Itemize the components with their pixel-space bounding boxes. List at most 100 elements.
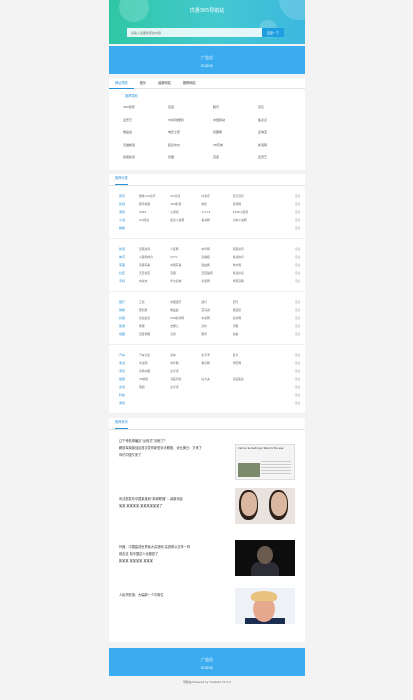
category-link[interactable]: [264, 271, 295, 275]
more-link[interactable]: 更多: [295, 194, 305, 198]
category-link[interactable]: 中彩网: [201, 316, 232, 320]
more-link[interactable]: 更多: [295, 316, 305, 320]
tab-item[interactable]: 推荐网站: [177, 78, 202, 89]
more-link[interactable]: 更多: [295, 263, 305, 267]
site-link[interactable]: 新浪网: [258, 139, 303, 152]
category-link[interactable]: [264, 369, 295, 373]
category-link[interactable]: [264, 324, 295, 328]
category-link[interactable]: 小游戏: [170, 210, 201, 214]
category-link[interactable]: 彩票网: [233, 316, 264, 320]
category-link[interactable]: 太平洋: [170, 369, 201, 373]
news-item[interactable]: 司法部发布中国某某和“新闻联播”…最新消息 某某 某某某某 某某某某某某了: [109, 487, 305, 540]
category-name[interactable]: 地图: [119, 332, 139, 336]
more-link[interactable]: 更多: [295, 332, 305, 336]
site-link[interactable]: 爱奇艺: [123, 114, 168, 127]
more-link[interactable]: 更多: [295, 300, 305, 304]
news-line[interactable]: 解放军南部战区首次发布新型对手舰舶，对比美日：又来了: [119, 445, 229, 452]
category-link[interactable]: 39健康: [139, 377, 170, 381]
site-link[interactable]: 电影之家: [168, 126, 213, 139]
category-link[interactable]: 腾讯视频: [139, 202, 170, 206]
category-link[interactable]: 4399: [139, 210, 170, 214]
category-link[interactable]: [264, 210, 295, 214]
category-name[interactable]: 游戏: [119, 210, 139, 214]
category-link[interactable]: 腾讯: [201, 332, 232, 336]
category-name[interactable]: 邮箱: [119, 226, 139, 230]
category-link[interactable]: 中华网: [170, 361, 201, 365]
category-link[interactable]: [264, 361, 295, 365]
category-link[interactable]: [264, 194, 295, 198]
category-link[interactable]: [264, 332, 295, 336]
category-link[interactable]: 米尔网: [233, 263, 264, 267]
category-name[interactable]: 银行: [119, 300, 139, 304]
category-link[interactable]: [264, 279, 295, 283]
category-link[interactable]: 4399小游戏: [233, 210, 264, 214]
site-link[interactable]: 唯品会: [123, 126, 168, 139]
category-name[interactable]: 科技: [119, 393, 139, 397]
more-link[interactable]: 更多: [295, 247, 305, 251]
category-name[interactable]: 女性: [119, 385, 139, 389]
site-link[interactable]: 天猫精选: [123, 139, 168, 152]
category-name[interactable]: 音乐: [119, 194, 139, 198]
ad-banner-top[interactable]: 广告位 R2D00: [109, 46, 305, 74]
news-thumbnail[interactable]: [235, 539, 295, 576]
category-link[interactable]: QQ空间: [170, 194, 201, 198]
category-link[interactable]: 苹果官网: [233, 279, 264, 283]
category-name[interactable]: 手机: [119, 279, 139, 283]
category-link[interactable]: 看书网: [201, 218, 232, 222]
category-link[interactable]: 亚马逊: [201, 308, 232, 312]
category-name[interactable]: 汽车: [119, 353, 139, 357]
category-name[interactable]: 军事: [119, 263, 139, 267]
category-link[interactable]: 铁血网: [201, 263, 232, 267]
category-link[interactable]: 新浪体育: [233, 255, 264, 259]
category-link[interactable]: [233, 385, 264, 389]
category-link[interactable]: 新浪彩票: [139, 316, 170, 320]
category-link[interactable]: 中关村: [139, 279, 170, 283]
category-link[interactable]: 凤凰资讯: [233, 247, 264, 251]
site-link[interactable]: 爱奇艺: [258, 151, 303, 164]
category-link[interactable]: 影视网: [233, 202, 264, 206]
category-link[interactable]: [264, 202, 295, 206]
category-link[interactable]: 中国军事: [170, 263, 201, 267]
category-name[interactable]: 彩票: [119, 316, 139, 320]
category-name[interactable]: 体育: [119, 255, 139, 259]
more-link[interactable]: 更多: [295, 255, 305, 259]
category-link[interactable]: 唯品会: [170, 308, 201, 312]
more-link[interactable]: 更多: [295, 401, 305, 405]
site-link[interactable]: 爱淘宝: [258, 126, 303, 139]
site-link[interactable]: 起点中文: [168, 139, 213, 152]
news-line[interactable]: 网友这 刻中国这么全都是了: [119, 551, 229, 558]
category-link[interactable]: 聚划算: [139, 308, 170, 312]
category-name[interactable]: 购物: [119, 308, 139, 312]
category-link[interactable]: 易车: [170, 353, 201, 357]
site-link[interactable]: 360搜索: [123, 101, 168, 114]
category-link[interactable]: 百度地图: [139, 332, 170, 336]
news-line[interactable]: 你们中国又来了: [119, 452, 229, 459]
site-link[interactable]: 58同城: [213, 139, 258, 152]
category-link[interactable]: 酷狗 QQ音乐: [139, 194, 170, 198]
news-line[interactable]: 外媒：中国建成世界最大高铁网 高铁看公交车一样: [119, 544, 229, 551]
more-link[interactable]: 更多: [295, 385, 305, 389]
category-link[interactable]: 华为商城: [170, 279, 201, 283]
category-link[interactable]: 凤凰新闻: [139, 247, 170, 251]
category-link[interactable]: 中华网: [201, 247, 232, 251]
category-link[interactable]: [233, 369, 264, 373]
category-link[interactable]: [264, 377, 295, 381]
category-link[interactable]: 爱卡: [233, 353, 264, 357]
more-link[interactable]: 更多: [295, 218, 305, 222]
category-link[interactable]: 人民网: [170, 247, 201, 251]
site-link[interactable]: 优酷网: [213, 126, 258, 139]
more-link[interactable]: 更多: [295, 369, 305, 373]
more-link[interactable]: 更多: [295, 279, 305, 283]
category-link[interactable]: 太平洋: [170, 385, 201, 389]
category-link[interactable]: [264, 353, 295, 357]
category-link[interactable]: 360影视: [170, 202, 201, 206]
category-name[interactable]: 小说: [119, 218, 139, 222]
category-link[interactable]: 好大夫: [201, 377, 232, 381]
category-name[interactable]: 新闻: [119, 247, 139, 251]
category-link[interactable]: [201, 369, 232, 373]
category-name[interactable]: 旅游: [119, 324, 139, 328]
category-link[interactable]: 手机网: [201, 279, 232, 283]
category-link[interactable]: 教育网: [201, 361, 232, 365]
news-thumbnail[interactable]: Carrier & destroyer take to the sea,: [235, 443, 295, 480]
news-line[interactable]: 司法部发布中国某某和“新闻联播”…最新消息: [119, 496, 229, 503]
